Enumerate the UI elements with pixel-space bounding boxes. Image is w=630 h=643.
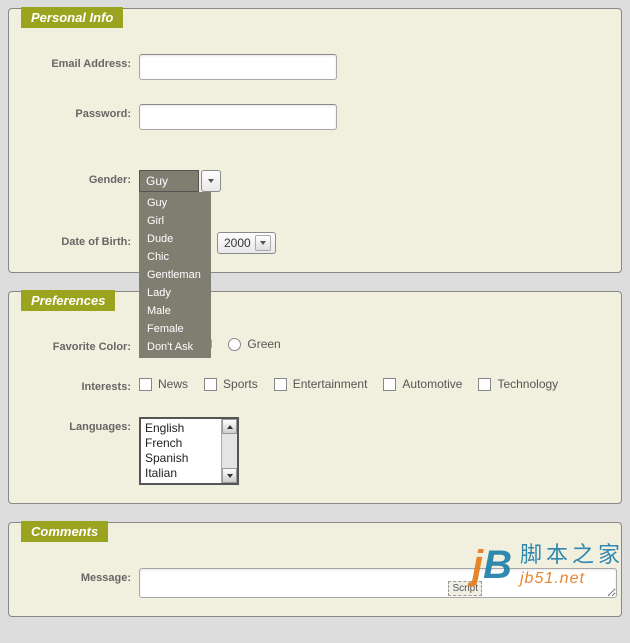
interest-label: Automotive [402,377,462,391]
gender-option[interactable]: Guy [139,194,211,212]
dob-label: Date of Birth: [9,232,139,248]
email-input[interactable] [139,54,337,80]
dob-year-select[interactable]: 2000 [217,232,276,254]
language-option[interactable]: Italian [143,466,219,481]
comments-fieldset: Comments Message: [8,522,622,617]
message-label: Message: [9,568,139,584]
languages-label: Languages: [9,417,139,433]
gender-dropdown-list: Guy Girl Dude Chic Gentleman Lady Male F… [139,192,211,358]
password-input[interactable] [139,104,337,130]
language-option[interactable]: French [143,436,219,451]
gender-label: Gender: [9,170,139,186]
gender-option[interactable]: Chic [139,248,211,266]
comments-legend: Comments [21,521,108,542]
interest-news-checkbox[interactable] [139,378,152,391]
preferences-fieldset: Preferences Favorite Color: ed Green Int… [8,291,622,504]
gender-option[interactable]: Dude [139,230,211,248]
gender-option[interactable]: Gentleman [139,266,211,284]
gender-option[interactable]: Lady [139,284,211,302]
scroll-down-icon[interactable] [222,468,237,483]
interest-label: News [158,377,188,391]
gender-select[interactable]: Guy Guy Girl Dude Chic Gentleman Lady Ma… [139,170,199,192]
scroll-up-icon[interactable] [222,419,237,434]
script-badge: Script [448,581,482,596]
gender-option[interactable]: Female [139,320,211,338]
favcolor-green-label: Green [247,337,280,351]
personal-info-fieldset: Personal Info Email Address: Password: G… [8,8,622,273]
chevron-down-icon [255,235,271,251]
interest-entertainment-checkbox[interactable] [274,378,287,391]
preferences-legend: Preferences [21,290,115,311]
interest-sports-checkbox[interactable] [204,378,217,391]
language-option[interactable]: English [143,421,219,436]
personal-info-legend: Personal Info [21,7,123,28]
interest-label: Entertainment [293,377,368,391]
gender-option[interactable]: Male [139,302,211,320]
gender-selected-value: Guy [146,174,168,188]
interest-label: Technology [497,377,558,391]
gender-dropdown-button[interactable] [201,170,221,192]
gender-option[interactable]: Don't Ask [139,338,211,356]
interest-automotive-checkbox[interactable] [383,378,396,391]
favcolor-green-radio[interactable] [228,338,241,351]
interest-technology-checkbox[interactable] [478,378,491,391]
gender-option[interactable]: Girl [139,212,211,230]
message-textarea[interactable] [139,568,617,598]
interests-label: Interests: [9,377,139,393]
language-option[interactable]: Spanish [143,451,219,466]
languages-listbox[interactable]: English French Spanish Italian [139,417,239,485]
email-label: Email Address: [9,54,139,70]
interest-label: Sports [223,377,258,391]
favcolor-label: Favorite Color: [9,337,139,353]
languages-scrollbar[interactable] [221,419,237,483]
password-label: Password: [9,104,139,120]
dob-year-value: 2000 [224,236,251,250]
